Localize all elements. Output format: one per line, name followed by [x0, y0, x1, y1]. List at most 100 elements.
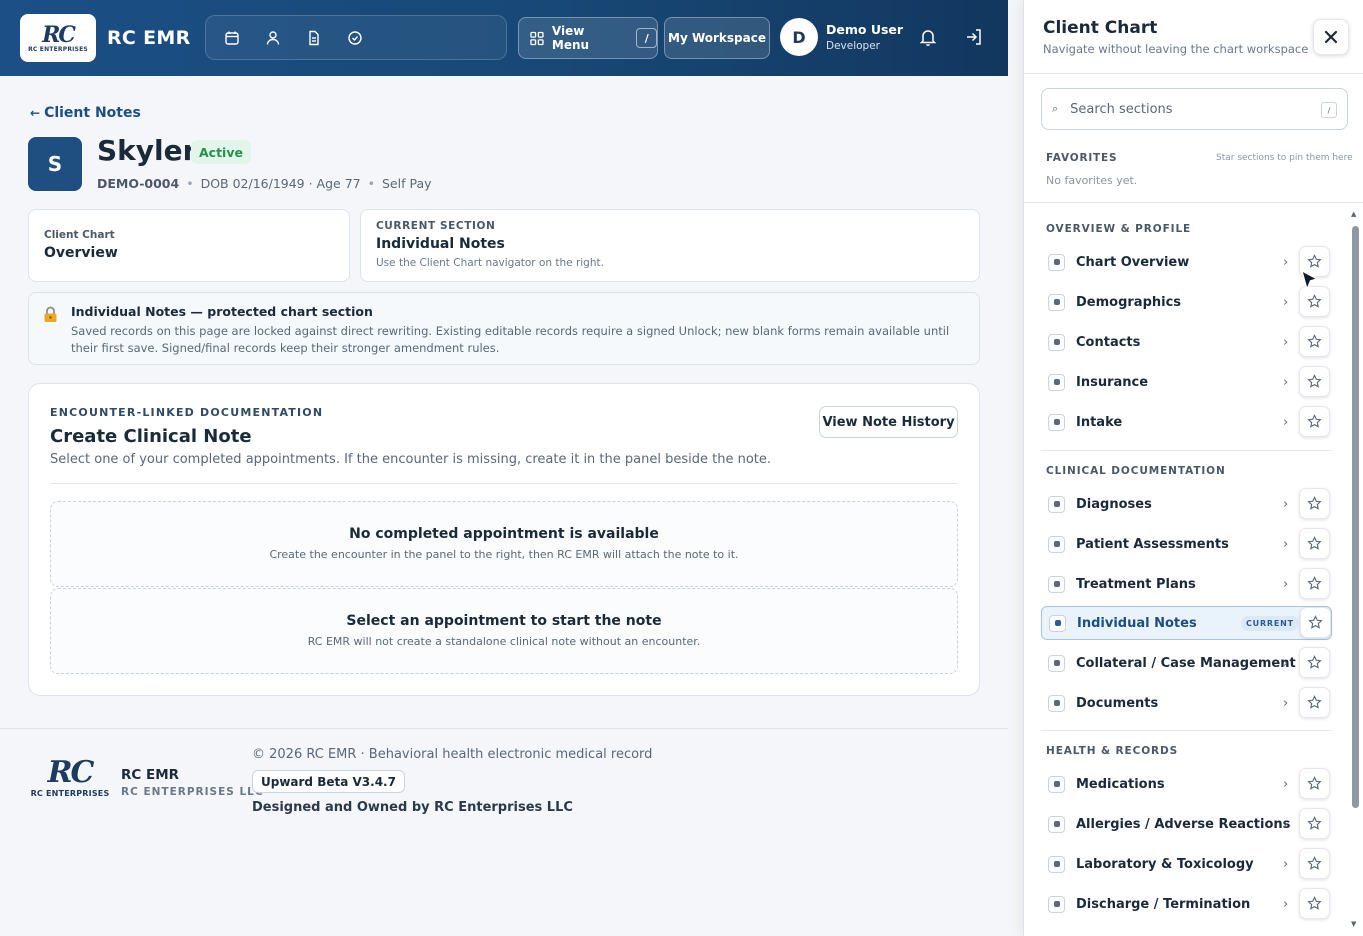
panel-title: Client Chart — [1043, 18, 1158, 38]
panel-subtitle: Navigate without leaving the chart works… — [1043, 42, 1309, 56]
client-chart-label: Client Chart — [44, 229, 115, 241]
divider — [1041, 730, 1332, 731]
empty-state-subtitle: RC EMR will not create a standalone clin… — [307, 635, 701, 648]
star-icon[interactable] — [1299, 848, 1330, 879]
footer-copyright: © 2026 RC EMR · Behavioral health electr… — [252, 747, 653, 762]
star-icon[interactable] — [1299, 808, 1330, 839]
empty-state-title: No completed appointment is available — [349, 526, 659, 542]
nav-item-diagnoses[interactable]: Diagnoses › — [1041, 487, 1332, 521]
nav-item-patient-assessments[interactable]: Patient Assessments › — [1041, 527, 1332, 561]
section-icon — [1048, 333, 1065, 351]
logout-icon[interactable] — [964, 27, 984, 47]
nav-item-treatment-plans[interactable]: Treatment Plans › — [1041, 567, 1332, 601]
back-link-label: Client Notes — [44, 105, 141, 121]
chevron-right-icon: › — [1283, 415, 1289, 430]
section-icon — [1049, 614, 1066, 632]
client-chart-card[interactable]: Client Chart Overview — [28, 209, 350, 282]
view-note-history-button[interactable]: View Note History — [819, 406, 958, 438]
close-panel-button[interactable] — [1313, 19, 1349, 55]
scroll-up-arrow[interactable]: ▲ — [1351, 210, 1356, 218]
footer-brand: RC EMR — [121, 767, 180, 783]
star-icon[interactable] — [1300, 607, 1331, 638]
nav-item-label: Collateral / Case Management — [1076, 655, 1296, 671]
star-icon[interactable] — [1299, 366, 1330, 397]
chevron-right-icon: › — [1283, 817, 1289, 832]
view-menu-button[interactable]: View Menu / — [518, 17, 658, 59]
search-input[interactable] — [1070, 101, 1311, 117]
star-icon[interactable] — [1299, 406, 1330, 437]
nav-item-label: Treatment Plans — [1076, 576, 1196, 592]
nav-item-label: Allergies / Adverse Reactions — [1076, 816, 1291, 832]
nav-item-contacts[interactable]: Contacts › — [1041, 325, 1332, 359]
divider — [1024, 73, 1363, 74]
footer-logo-mark: RC — [47, 755, 95, 790]
nav-item-collateral-case-management[interactable]: Collateral / Case Management › — [1041, 646, 1332, 680]
view-menu-label: View Menu — [551, 24, 590, 52]
current-section-label: CURRENT SECTION — [376, 220, 496, 232]
section-icon — [1048, 815, 1065, 833]
bell-icon[interactable] — [918, 27, 938, 47]
nav-item-documents[interactable]: Documents › — [1041, 686, 1332, 720]
chevron-right-icon: › — [1283, 295, 1289, 310]
client-name: Skyler — [97, 134, 197, 167]
nav-item-discharge-termination[interactable]: Discharge / Termination › — [1041, 887, 1332, 921]
divider — [1041, 450, 1332, 451]
create-clinical-note-card: ENCOUNTER-LINKED DOCUMENTATION Create Cl… — [28, 383, 980, 696]
search-shortcut: / — [1321, 102, 1337, 118]
check-circle-icon[interactable] — [343, 26, 367, 50]
nav-item-allergies[interactable]: Allergies / Adverse Reactions › — [1041, 807, 1332, 841]
notice-title: Individual Notes — protected chart secti… — [71, 304, 373, 319]
favorites-heading: FAVORITES — [1046, 152, 1118, 164]
client-dob-age: DOB 02/16/1949 · Age 77 — [200, 176, 361, 191]
footer-owned-by: Designed and Owned by RC Enterprises LLC — [252, 800, 573, 815]
nav-item-intake[interactable]: Intake › — [1041, 405, 1332, 439]
user-role: Developer — [826, 40, 881, 52]
nav-item-individual-notes[interactable]: Individual Notes CURRENT — [1041, 606, 1332, 640]
star-icon[interactable] — [1299, 528, 1330, 559]
star-icon[interactable] — [1299, 768, 1330, 799]
section-icon — [1048, 694, 1065, 712]
nav-item-demographics[interactable]: Demographics › — [1041, 285, 1332, 319]
nav-item-label: Demographics — [1076, 294, 1182, 310]
group-heading: CLINICAL DOCUMENTATION — [1046, 465, 1226, 477]
my-workspace-button[interactable]: My Workspace — [664, 17, 770, 59]
empty-state-title: Select an appointment to start the note — [346, 613, 662, 629]
star-icon[interactable] — [1299, 488, 1330, 519]
document-icon[interactable] — [302, 26, 326, 50]
star-icon[interactable] — [1299, 647, 1330, 678]
chevron-right-icon: › — [1283, 537, 1289, 552]
nav-item-medications[interactable]: Medications › — [1041, 767, 1332, 801]
chevron-right-icon: › — [1283, 857, 1289, 872]
section-icon — [1048, 575, 1065, 593]
calendar-icon[interactable] — [220, 26, 244, 50]
note-eyebrow: ENCOUNTER-LINKED DOCUMENTATION — [50, 406, 324, 419]
protected-section-notice: Individual Notes — protected chart secti… — [28, 292, 980, 365]
close-icon — [1324, 30, 1338, 44]
user-menu[interactable]: D Demo User Developer — [780, 18, 903, 56]
section-icon — [1048, 895, 1065, 913]
nav-item-insurance[interactable]: Insurance › — [1041, 365, 1332, 399]
nav-item-label: Chart Overview — [1076, 254, 1190, 270]
mouse-cursor-icon — [1301, 269, 1321, 292]
scroll-down-arrow[interactable]: ▼ — [1351, 920, 1356, 928]
scrollbar-thumb[interactable] — [1352, 226, 1359, 808]
client-chart-value: Overview — [44, 245, 118, 261]
app-logo[interactable]: RC RC ENTERPRISES — [20, 14, 96, 62]
divider — [50, 483, 958, 484]
star-icon[interactable] — [1299, 568, 1330, 599]
star-icon[interactable] — [1299, 888, 1330, 919]
section-icon — [1048, 495, 1065, 513]
current-section-value: Individual Notes — [376, 236, 505, 252]
nav-item-laboratory-toxicology[interactable]: Laboratory & Toxicology › — [1041, 847, 1332, 881]
section-navigator[interactable]: OVERVIEW & PROFILE Chart Overview › Demo… — [1024, 203, 1363, 936]
back-to-client-notes-link[interactable]: ← Client Notes — [30, 105, 141, 121]
star-icon[interactable] — [1299, 687, 1330, 718]
section-icon — [1048, 413, 1065, 431]
meta-separator: • — [186, 176, 194, 191]
nav-item-chart-overview[interactable]: Chart Overview › — [1041, 245, 1332, 279]
chevron-right-icon: › — [1283, 897, 1289, 912]
star-icon[interactable] — [1299, 326, 1330, 357]
section-icon — [1048, 654, 1065, 672]
current-badge: CURRENT — [1241, 616, 1299, 631]
person-icon[interactable] — [261, 26, 285, 50]
